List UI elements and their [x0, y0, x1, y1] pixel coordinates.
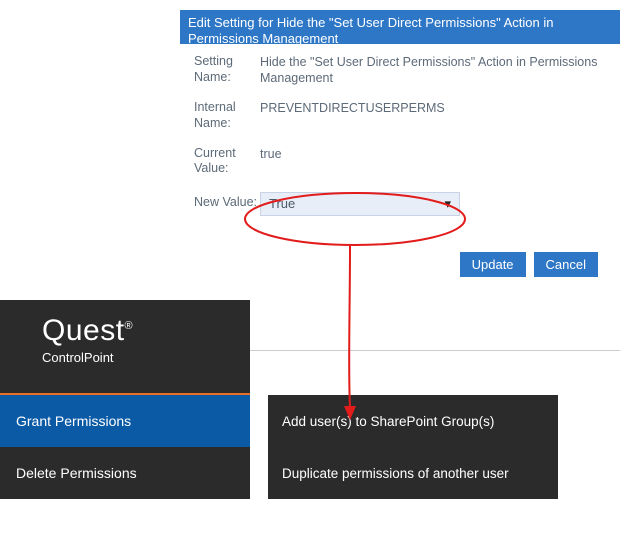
dialog-actions: Update Cancel: [194, 230, 608, 277]
label-setting-name: Setting Name:: [194, 54, 260, 85]
menu-item-duplicate-permissions[interactable]: Duplicate permissions of another user: [268, 447, 558, 499]
value-new-value-wrap: True ▾: [260, 191, 608, 216]
row-setting-name: Setting Name: Hide the "Set User Direct …: [194, 54, 608, 86]
new-value-selected-text: True: [269, 196, 295, 212]
row-current-value: Current Value: true: [194, 146, 608, 177]
row-new-value: New Value: True ▾: [194, 191, 608, 216]
value-setting-name: Hide the "Set User Direct Permissions" A…: [260, 54, 608, 86]
menu-item-delete-permissions[interactable]: Delete Permissions: [0, 447, 250, 499]
label-internal-name: Internal Name:: [194, 100, 260, 131]
divider: [250, 350, 620, 351]
edit-setting-dialog: Edit Setting for Hide the "Set User Dire…: [180, 10, 620, 285]
value-current-value: true: [260, 146, 608, 163]
new-value-select[interactable]: True ▾: [260, 192, 460, 216]
dialog-body: Setting Name: Hide the "Set User Direct …: [180, 44, 620, 285]
menu-item-add-users[interactable]: Add user(s) to SharePoint Group(s): [268, 395, 558, 447]
chevron-down-icon: ▾: [444, 196, 451, 212]
menu-item-label: Delete Permissions: [16, 465, 137, 481]
row-internal-name: Internal Name: PREVENTDIRECTUSERPERMS: [194, 100, 608, 131]
brand-name: Quest: [42, 314, 125, 347]
cancel-button[interactable]: Cancel: [534, 252, 598, 277]
registered-icon: ®: [125, 320, 134, 332]
menu-item-label: Add user(s) to SharePoint Group(s): [282, 414, 494, 429]
value-internal-name: PREVENTDIRECTUSERPERMS: [260, 100, 608, 117]
update-button[interactable]: Update: [460, 252, 526, 277]
brand-panel: Quest® ControlPoint: [0, 300, 250, 395]
right-menu: Add user(s) to SharePoint Group(s) Dupli…: [268, 395, 558, 499]
dialog-title: Edit Setting for Hide the "Set User Dire…: [188, 15, 553, 44]
dialog-title-bar: Edit Setting for Hide the "Set User Dire…: [180, 10, 620, 44]
label-new-value: New Value:: [194, 191, 260, 211]
menu-item-label: Grant Permissions: [16, 413, 131, 429]
menu-item-label: Duplicate permissions of another user: [282, 466, 509, 481]
left-menu: Grant Permissions Delete Permissions: [0, 395, 250, 499]
brand-logo: Quest®: [42, 314, 250, 348]
brand-product: ControlPoint: [42, 350, 250, 365]
label-current-value: Current Value:: [194, 146, 260, 177]
menu-item-grant-permissions[interactable]: Grant Permissions: [0, 395, 250, 447]
